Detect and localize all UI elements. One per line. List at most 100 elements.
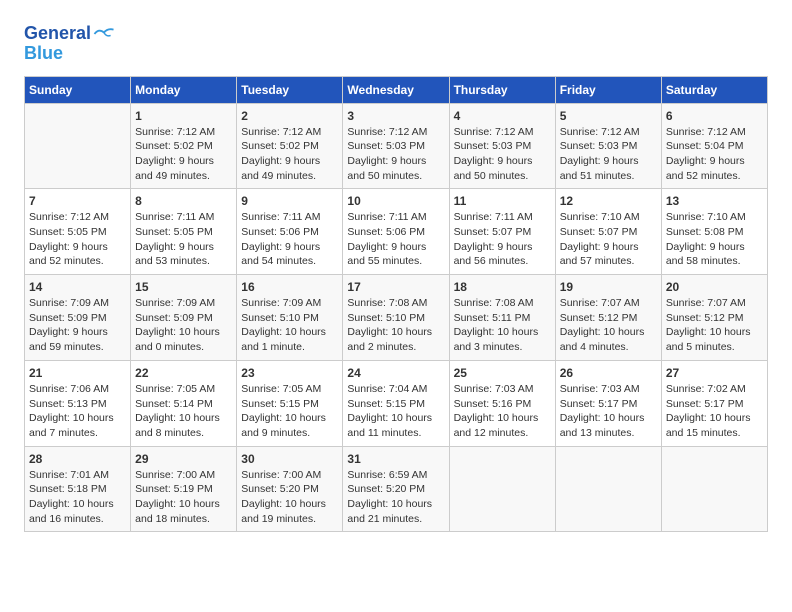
day-number: 16 — [241, 280, 338, 294]
calendar-cell: 1 Sunrise: 7:12 AM Sunset: 5:02 PM Daylig… — [131, 103, 237, 189]
day-header-wednesday: Wednesday — [343, 76, 449, 103]
calendar-cell: 24Sunrise: 7:04 AM Sunset: 5:15 PM Dayli… — [343, 360, 449, 446]
day-info: Sunrise: 7:12 AM Sunset: 5:02 PM Dayligh… — [135, 125, 232, 184]
day-number: 29 — [135, 452, 232, 466]
day-number: 10 — [347, 194, 444, 208]
day-info: Sunrise: 7:09 AM Sunset: 5:09 PM Dayligh… — [29, 296, 126, 355]
day-number: 7 — [29, 194, 126, 208]
day-info: Sunrise: 7:07 AM Sunset: 5:12 PM Dayligh… — [666, 296, 763, 355]
day-header-monday: Monday — [131, 76, 237, 103]
day-number: 27 — [666, 366, 763, 380]
calendar-cell: 19Sunrise: 7:07 AM Sunset: 5:12 PM Dayli… — [555, 275, 661, 361]
day-info: Sunrise: 7:12 AM Sunset: 5:04 PM Dayligh… — [666, 125, 763, 184]
calendar-cell: 13 Sunrise: 7:10 AM Sunset: 5:08 PM Dayli… — [661, 189, 767, 275]
calendar-cell — [555, 446, 661, 532]
day-number: 2 — [241, 109, 338, 123]
day-info: Sunrise: 7:12 AM Sunset: 5:03 PM Dayligh… — [347, 125, 444, 184]
day-header-tuesday: Tuesday — [237, 76, 343, 103]
day-number: 20 — [666, 280, 763, 294]
day-number: 6 — [666, 109, 763, 123]
day-info: Sunrise: 7:10 AM Sunset: 5:08 PM Dayligh… — [666, 210, 763, 269]
day-number: 1 — [135, 109, 232, 123]
day-number: 11 — [454, 194, 551, 208]
calendar-cell: 12Sunrise: 7:10 AM Sunset: 5:07 PM Dayli… — [555, 189, 661, 275]
calendar-cell: 25 Sunrise: 7:03 AM Sunset: 5:16 PM Dayli… — [449, 360, 555, 446]
calendar-cell: 8 Sunrise: 7:11 AM Sunset: 5:05 PM Daylig… — [131, 189, 237, 275]
day-info: Sunrise: 7:11 AM Sunset: 5:07 PM Dayligh… — [454, 210, 551, 269]
calendar-cell: 30 Sunrise: 7:00 AM Sunset: 5:20 PM Dayli… — [237, 446, 343, 532]
day-number: 18 — [454, 280, 551, 294]
day-info: Sunrise: 7:04 AM Sunset: 5:15 PM Dayligh… — [347, 382, 444, 441]
logo-bird-icon — [93, 26, 115, 42]
day-info: Sunrise: 7:12 AM Sunset: 5:03 PM Dayligh… — [560, 125, 657, 184]
calendar-cell: 20 Sunrise: 7:07 AM Sunset: 5:12 PM Dayli… — [661, 275, 767, 361]
day-number: 26 — [560, 366, 657, 380]
day-number: 15 — [135, 280, 232, 294]
day-header-sunday: Sunday — [25, 76, 131, 103]
day-number: 23 — [241, 366, 338, 380]
day-number: 3 — [347, 109, 444, 123]
day-info: Sunrise: 7:12 AM Sunset: 5:03 PM Dayligh… — [454, 125, 551, 184]
day-number: 25 — [454, 366, 551, 380]
day-info: Sunrise: 7:03 AM Sunset: 5:16 PM Dayligh… — [454, 382, 551, 441]
day-info: Sunrise: 7:11 AM Sunset: 5:05 PM Dayligh… — [135, 210, 232, 269]
day-header-thursday: Thursday — [449, 76, 555, 103]
calendar-cell: 17 Sunrise: 7:08 AM Sunset: 5:10 PM Dayli… — [343, 275, 449, 361]
page-header: GeneralBlue — [24, 20, 768, 64]
day-info: Sunrise: 7:05 AM Sunset: 5:15 PM Dayligh… — [241, 382, 338, 441]
day-number: 13 — [666, 194, 763, 208]
calendar-week-row: 28Sunrise: 7:01 AM Sunset: 5:18 PM Dayli… — [25, 446, 768, 532]
calendar-cell: 29 Sunrise: 7:00 AM Sunset: 5:19 PM Dayli… — [131, 446, 237, 532]
day-info: Sunrise: 7:08 AM Sunset: 5:11 PM Dayligh… — [454, 296, 551, 355]
day-info: Sunrise: 7:12 AM Sunset: 5:02 PM Dayligh… — [241, 125, 338, 184]
day-info: Sunrise: 7:09 AM Sunset: 5:10 PM Dayligh… — [241, 296, 338, 355]
day-number: 31 — [347, 452, 444, 466]
day-number: 28 — [29, 452, 126, 466]
day-info: Sunrise: 7:08 AM Sunset: 5:10 PM Dayligh… — [347, 296, 444, 355]
calendar-cell: 21 Sunrise: 7:06 AM Sunset: 5:13 PM Dayli… — [25, 360, 131, 446]
calendar-cell: 6 Sunrise: 7:12 AM Sunset: 5:04 PM Daylig… — [661, 103, 767, 189]
day-info: Sunrise: 7:12 AM Sunset: 5:05 PM Dayligh… — [29, 210, 126, 269]
day-info: Sunrise: 7:02 AM Sunset: 5:17 PM Dayligh… — [666, 382, 763, 441]
day-number: 4 — [454, 109, 551, 123]
calendar-cell: 7 Sunrise: 7:12 AM Sunset: 5:05 PM Daylig… — [25, 189, 131, 275]
calendar-week-row: 1 Sunrise: 7:12 AM Sunset: 5:02 PM Daylig… — [25, 103, 768, 189]
day-number: 17 — [347, 280, 444, 294]
day-header-friday: Friday — [555, 76, 661, 103]
calendar-cell: 22 Sunrise: 7:05 AM Sunset: 5:14 PM Dayli… — [131, 360, 237, 446]
calendar-cell: 14 Sunrise: 7:09 AM Sunset: 5:09 PM Dayli… — [25, 275, 131, 361]
calendar-cell: 11 Sunrise: 7:11 AM Sunset: 5:07 PM Dayli… — [449, 189, 555, 275]
calendar-cell: 2 Sunrise: 7:12 AM Sunset: 5:02 PM Daylig… — [237, 103, 343, 189]
day-info: Sunrise: 7:11 AM Sunset: 5:06 PM Dayligh… — [347, 210, 444, 269]
day-number: 21 — [29, 366, 126, 380]
day-number: 14 — [29, 280, 126, 294]
day-info: Sunrise: 7:00 AM Sunset: 5:19 PM Dayligh… — [135, 468, 232, 527]
day-info: Sunrise: 7:09 AM Sunset: 5:09 PM Dayligh… — [135, 296, 232, 355]
day-info: Sunrise: 7:10 AM Sunset: 5:07 PM Dayligh… — [560, 210, 657, 269]
day-info: Sunrise: 7:11 AM Sunset: 5:06 PM Dayligh… — [241, 210, 338, 269]
calendar-cell — [661, 446, 767, 532]
day-number: 8 — [135, 194, 232, 208]
day-number: 30 — [241, 452, 338, 466]
calendar-cell: 10 Sunrise: 7:11 AM Sunset: 5:06 PM Dayli… — [343, 189, 449, 275]
calendar-cell — [449, 446, 555, 532]
calendar-cell: 28Sunrise: 7:01 AM Sunset: 5:18 PM Dayli… — [25, 446, 131, 532]
day-info: Sunrise: 7:06 AM Sunset: 5:13 PM Dayligh… — [29, 382, 126, 441]
day-number: 22 — [135, 366, 232, 380]
day-number: 19 — [560, 280, 657, 294]
calendar-cell: 5 Sunrise: 7:12 AM Sunset: 5:03 PM Daylig… — [555, 103, 661, 189]
day-number: 9 — [241, 194, 338, 208]
day-info: Sunrise: 7:05 AM Sunset: 5:14 PM Dayligh… — [135, 382, 232, 441]
day-header-saturday: Saturday — [661, 76, 767, 103]
day-info: Sunrise: 7:00 AM Sunset: 5:20 PM Dayligh… — [241, 468, 338, 527]
calendar-cell: 16 Sunrise: 7:09 AM Sunset: 5:10 PM Dayli… — [237, 275, 343, 361]
calendar-cell — [25, 103, 131, 189]
logo: GeneralBlue — [24, 24, 115, 64]
day-info: Sunrise: 6:59 AM Sunset: 5:20 PM Dayligh… — [347, 468, 444, 527]
day-number: 5 — [560, 109, 657, 123]
day-info: Sunrise: 7:03 AM Sunset: 5:17 PM Dayligh… — [560, 382, 657, 441]
calendar-week-row: 21 Sunrise: 7:06 AM Sunset: 5:13 PM Dayli… — [25, 360, 768, 446]
calendar-cell: 23 Sunrise: 7:05 AM Sunset: 5:15 PM Dayli… — [237, 360, 343, 446]
calendar-cell: 31 Sunrise: 6:59 AM Sunset: 5:20 PM Dayli… — [343, 446, 449, 532]
calendar-week-row: 7 Sunrise: 7:12 AM Sunset: 5:05 PM Daylig… — [25, 189, 768, 275]
